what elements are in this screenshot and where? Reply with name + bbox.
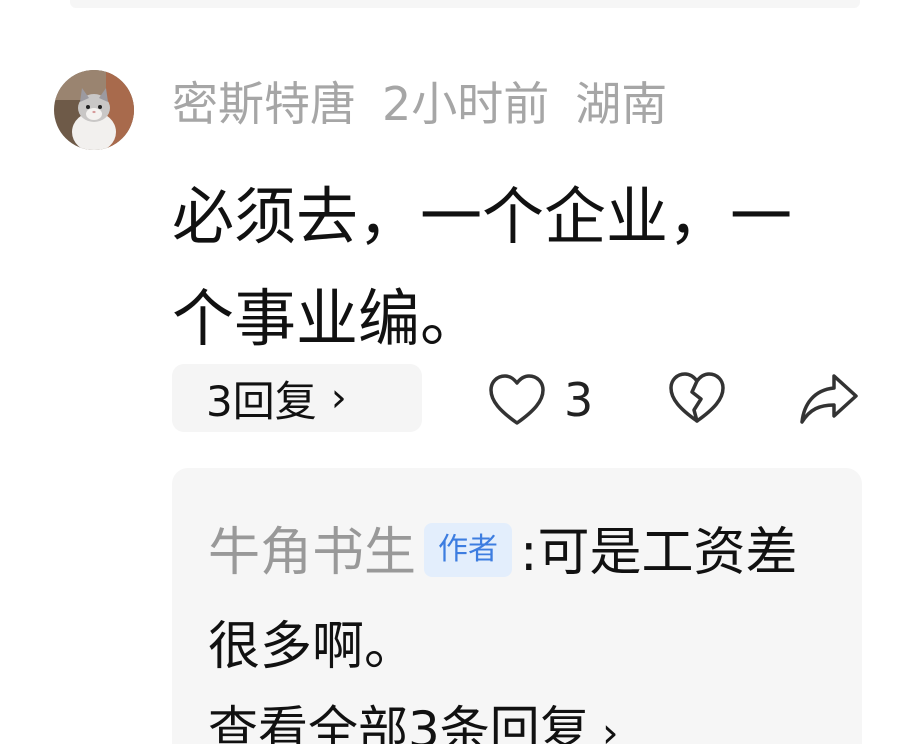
comment-page: 密斯特唐 2小时前 湖南 必须去，一个企业，一个事业编。 3回复 › 3 牛角书… bbox=[0, 0, 915, 744]
previous-item-divider bbox=[70, 0, 860, 8]
reply-preview-panel[interactable]: 牛角书生 作者:可是工资差很多啊。 查看全部3条回复 › bbox=[172, 468, 862, 744]
view-all-replies-link[interactable]: 查看全部3条回复 › bbox=[208, 690, 619, 744]
cat-avatar-icon bbox=[54, 70, 134, 150]
chevron-right-icon: › bbox=[330, 375, 347, 421]
user-avatar[interactable] bbox=[54, 70, 134, 150]
share-arrow-icon bbox=[800, 374, 858, 424]
reply-author[interactable]: 牛角书生 bbox=[208, 523, 416, 583]
replies-button[interactable]: 3回复 › bbox=[172, 364, 422, 432]
like-button[interactable]: 3 bbox=[488, 370, 593, 430]
share-button[interactable] bbox=[798, 368, 860, 430]
reply-preview-line: 牛角书生 作者:可是工资差很多啊。 bbox=[208, 506, 828, 694]
heart-outline-icon bbox=[489, 374, 545, 425]
dislike-button[interactable] bbox=[668, 370, 726, 428]
comment-location: 湖南 bbox=[575, 77, 668, 131]
comment-author[interactable]: 密斯特唐 bbox=[172, 68, 356, 134]
comment-text: 必须去，一个企业，一个事业编。 bbox=[172, 180, 793, 355]
replies-label: 3回复 bbox=[206, 376, 317, 426]
comment-time: 2小时前 bbox=[382, 77, 550, 131]
broken-heart-icon bbox=[669, 372, 725, 423]
view-all-replies-label: 查看全部3条回复 bbox=[208, 701, 590, 744]
reply-separator: : bbox=[520, 523, 538, 583]
author-badge: 作者 bbox=[424, 523, 513, 577]
comment-meta: 密斯特唐 2小时前 湖南 bbox=[172, 70, 667, 132]
like-count: 3 bbox=[564, 373, 594, 427]
chevron-right-icon: › bbox=[601, 708, 619, 744]
